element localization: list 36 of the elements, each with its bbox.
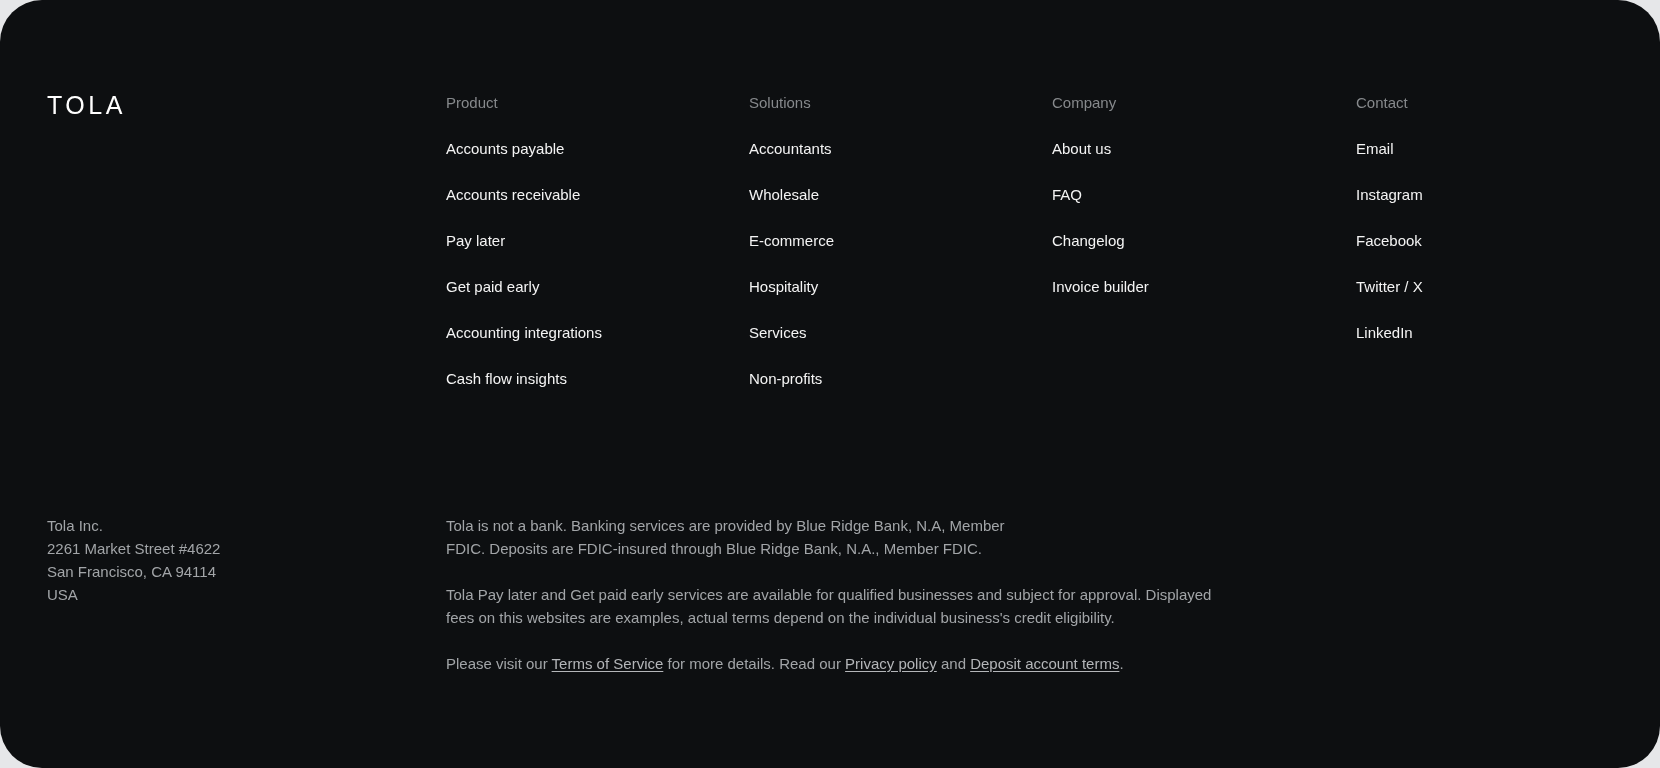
footer-link[interactable]: FAQ <box>1052 185 1082 205</box>
disclaimer-paragraph: Tola Pay later and Get paid early services are available for qualified businesses and subject for approval. Displayed fees on this websites are examples, actual terms depend on the individual business's credit eligibility. <box>446 585 1213 628</box>
footer-link[interactable]: Non-profits <box>749 369 823 389</box>
footer-link[interactable]: Changelog <box>1052 231 1125 251</box>
footer-link[interactable]: About us <box>1052 139 1112 159</box>
legal-link[interactable]: Privacy policy <box>845 655 937 672</box>
footer-link[interactable]: Facebook <box>1356 231 1422 251</box>
column-heading: Solutions <box>749 93 811 113</box>
footer-link[interactable]: Services <box>749 323 807 343</box>
column-heading: Company <box>1052 93 1117 113</box>
footer-link[interactable]: Invoice builder <box>1052 277 1149 297</box>
footer-link[interactable]: Twitter / X <box>1356 277 1423 297</box>
footer-link[interactable]: Accounting integrations <box>446 323 602 343</box>
footer-link[interactable]: LinkedIn <box>1356 323 1413 343</box>
column-heading: Product <box>446 93 498 113</box>
footer-link[interactable]: Get paid early <box>446 277 540 297</box>
address-line: San Francisco, CA 94114 <box>47 562 216 582</box>
logo[interactable]: TOLA <box>47 93 126 117</box>
disclaimer-paragraph: Please visit our Terms of Service for more details. Read our Privacy policy and Deposit account terms. <box>446 654 1125 674</box>
legal-link[interactable]: Deposit account terms <box>970 655 1120 672</box>
footer-link[interactable]: Cash flow insights <box>446 369 567 389</box>
address-line: 2261 Market Street #4622 <box>47 539 221 559</box>
footer-link[interactable]: Accounts receivable <box>446 185 581 205</box>
column-heading: Contact <box>1356 93 1408 113</box>
address-line: Tola Inc. <box>47 516 103 536</box>
footer-link[interactable]: Hospitality <box>749 277 819 297</box>
footer-link[interactable]: Wholesale <box>749 185 820 205</box>
address-line: USA <box>47 585 78 605</box>
footer-link[interactable]: Accounts payable <box>446 139 565 159</box>
footer-link[interactable]: Accountants <box>749 139 832 159</box>
footer-link[interactable]: Pay later <box>446 231 506 251</box>
legal-link[interactable]: Terms of Service <box>551 655 664 672</box>
disclaimer-paragraph: Tola is not a bank. Banking services are provided by Blue Ridge Bank, N.A, Member FDIC. Deposits are FDIC-insured through Blue Ridge Bank, N.A., Member FDIC. <box>446 516 1006 559</box>
footer-link[interactable]: E-commerce <box>749 231 834 251</box>
footer-link[interactable]: Email <box>1356 139 1394 159</box>
footer-link[interactable]: Instagram <box>1356 185 1423 205</box>
